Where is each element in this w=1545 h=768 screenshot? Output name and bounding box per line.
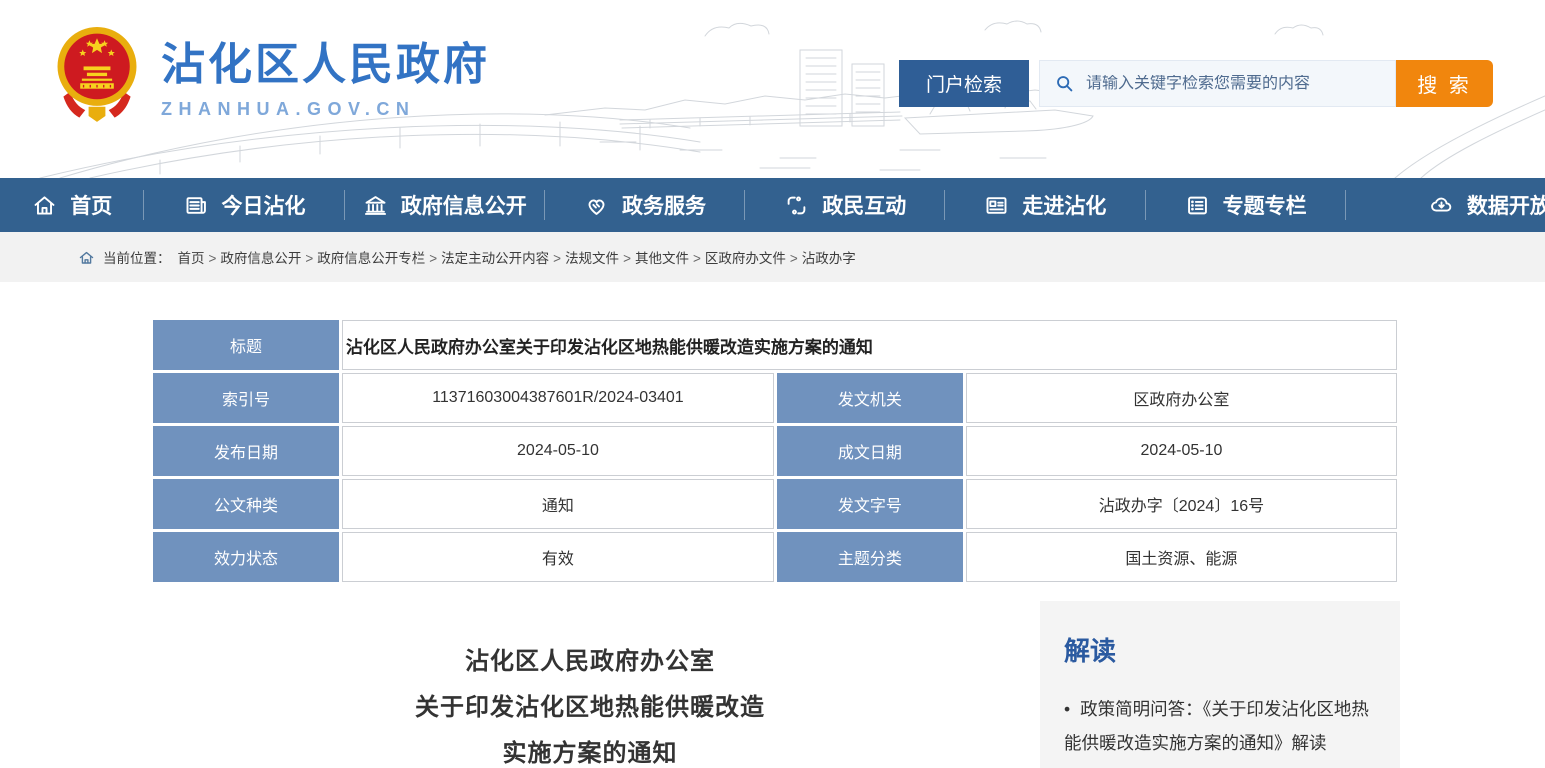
- site-logo[interactable]: 沾化区人民政府 ZHANHUA.GOV.CN: [55, 24, 490, 124]
- card-icon: [983, 192, 1010, 219]
- news-icon: [183, 192, 210, 219]
- nav-item-6[interactable]: 走进沾化: [945, 190, 1144, 220]
- nav-item-label: 政民互动: [822, 190, 906, 220]
- bank-icon: [362, 192, 389, 219]
- meta-value: 11371603004387601R/2024-03401: [342, 373, 774, 423]
- site-title-block: 沾化区人民政府 ZHANHUA.GOV.CN: [161, 28, 490, 120]
- meta-value: 通知: [342, 479, 774, 529]
- meta-label: 主题分类: [777, 532, 963, 582]
- breadcrumb-link[interactable]: 其他文件: [635, 251, 689, 266]
- page-content: 标题沾化区人民政府办公室关于印发沾化区地热能供暖改造实施方案的通知索引号1137…: [0, 317, 1545, 768]
- nav-item-label: 政府信息公开: [401, 190, 527, 220]
- search-group: 门户检索 搜 索: [899, 60, 1493, 107]
- meta-row: 索引号11371603004387601R/2024-03401发文机关区政府办…: [153, 373, 1397, 423]
- meta-value: 区政府办公室: [966, 373, 1397, 423]
- search-box: [1039, 60, 1396, 107]
- nav-item-5[interactable]: 政民互动: [745, 190, 944, 220]
- meta-label: 发文机关: [777, 373, 963, 423]
- document-title-line: 实施方案的通知: [150, 731, 1030, 768]
- national-emblem-icon: [55, 24, 139, 124]
- breadcrumb-separator: >: [429, 251, 437, 266]
- breadcrumb: 当前位置： 首页>政府信息公开>政府信息公开专栏>法定主动公开内容>法规文件>其…: [0, 232, 1545, 282]
- breadcrumb-link[interactable]: 首页: [178, 251, 205, 266]
- interpretation-heading: 解读: [1064, 631, 1376, 668]
- breadcrumb-link[interactable]: 区政府办文件: [705, 251, 786, 266]
- nav-item-label: 今日沾化: [222, 190, 306, 220]
- search-icon: [1054, 73, 1076, 95]
- nav-item-7[interactable]: 专题专栏: [1146, 190, 1345, 220]
- breadcrumb-link[interactable]: 政府信息公开: [220, 251, 301, 266]
- meta-value: 有效: [342, 532, 774, 582]
- nav-separator: [1345, 190, 1346, 220]
- handshake-heart-icon: [583, 192, 610, 219]
- portal-search-button[interactable]: 门户检索: [899, 60, 1029, 107]
- main-nav: 首页 今日沾化 政府信息公开 政务服务 政民互动 走进沾化 专题专栏 数据开放: [0, 178, 1545, 232]
- search-submit-button[interactable]: 搜 索: [1396, 60, 1493, 107]
- nav-item-8[interactable]: 数据开放: [1390, 190, 1545, 220]
- search-input[interactable]: [1076, 75, 1395, 93]
- meta-title-row: 标题沾化区人民政府办公室关于印发沾化区地热能供暖改造实施方案的通知: [153, 320, 1397, 370]
- site-name: 沾化区人民政府: [161, 28, 490, 92]
- document-title-line: 关于印发沾化区地热能供暖改造: [150, 685, 1030, 731]
- chat-cycle-icon: [783, 192, 810, 219]
- nav-item-label: 首页: [70, 190, 112, 220]
- nav-item-4[interactable]: 政务服务: [545, 190, 744, 220]
- meta-label-title: 标题: [153, 320, 339, 370]
- list-icon: [1184, 192, 1211, 219]
- meta-value: 国土资源、能源: [966, 532, 1397, 582]
- interpretation-link[interactable]: 政策简明问答：《关于印发沾化区地热能供暖改造实施方案的通知》解读: [1064, 699, 1369, 753]
- meta-label: 成文日期: [777, 426, 963, 476]
- nav-item-1[interactable]: 首页: [0, 190, 143, 220]
- site-domain: ZHANHUA.GOV.CN: [161, 99, 490, 120]
- meta-value: 2024-05-10: [342, 426, 774, 476]
- breadcrumb-link[interactable]: 沾政办字: [802, 251, 856, 266]
- bullet-icon: •: [1064, 699, 1070, 719]
- meta-row: 公文种类通知发文字号沾政办字〔2024〕16号: [153, 479, 1397, 529]
- interpretation-panel: 解读 •政策简明问答：《关于印发沾化区地热能供暖改造实施方案的通知》解读: [1040, 601, 1400, 768]
- breadcrumb-link[interactable]: 法规文件: [565, 251, 619, 266]
- breadcrumb-separator: >: [209, 251, 217, 266]
- breadcrumb-link[interactable]: 法定主动公开内容: [441, 251, 549, 266]
- meta-label: 公文种类: [153, 479, 339, 529]
- meta-value: 2024-05-10: [966, 426, 1397, 476]
- meta-label: 发布日期: [153, 426, 339, 476]
- breadcrumb-separator: >: [623, 251, 631, 266]
- interpretation-item: •政策简明问答：《关于印发沾化区地热能供暖改造实施方案的通知》解读: [1064, 692, 1376, 760]
- breadcrumb-separator: >: [553, 251, 561, 266]
- nav-item-label: 走进沾化: [1022, 190, 1106, 220]
- breadcrumb-separator: >: [693, 251, 701, 266]
- meta-table-body: 标题沾化区人民政府办公室关于印发沾化区地热能供暖改造实施方案的通知索引号1137…: [153, 320, 1397, 582]
- home-icon: [31, 192, 58, 219]
- nav-item-3[interactable]: 政府信息公开: [345, 190, 544, 220]
- breadcrumb-separator: >: [305, 251, 313, 266]
- home-location-icon: [78, 250, 95, 265]
- breadcrumb-separator: >: [790, 251, 798, 266]
- meta-label: 效力状态: [153, 532, 339, 582]
- meta-label: 发文字号: [777, 479, 963, 529]
- nav-item-label: 数据开放: [1467, 190, 1545, 220]
- nav-item-label: 专题专栏: [1223, 190, 1307, 220]
- meta-row: 发布日期2024-05-10成文日期2024-05-10: [153, 426, 1397, 476]
- meta-title-value: 沾化区人民政府办公室关于印发沾化区地热能供暖改造实施方案的通知: [342, 320, 1397, 370]
- meta-value: 沾政办字〔2024〕16号: [966, 479, 1397, 529]
- meta-row: 效力状态有效主题分类国土资源、能源: [153, 532, 1397, 582]
- breadcrumb-trail: 首页>政府信息公开>政府信息公开专栏>法定主动公开内容>法规文件>其他文件>区政…: [175, 247, 859, 267]
- cloud-download-icon: [1428, 192, 1455, 219]
- site-header: 沾化区人民政府 ZHANHUA.GOV.CN 门户检索 搜 索: [0, 0, 1545, 178]
- breadcrumb-prefix: 当前位置：: [103, 247, 171, 267]
- interpretation-list: •政策简明问答：《关于印发沾化区地热能供暖改造实施方案的通知》解读: [1064, 692, 1376, 760]
- meta-label: 索引号: [153, 373, 339, 423]
- document-title: 沾化区人民政府办公室关于印发沾化区地热能供暖改造实施方案的通知: [150, 601, 1030, 768]
- nav-item-2[interactable]: 今日沾化: [144, 190, 343, 220]
- lower-section: 沾化区人民政府办公室关于印发沾化区地热能供暖改造实施方案的通知 解读 •政策简明…: [150, 601, 1545, 768]
- document-meta-table: 标题沾化区人民政府办公室关于印发沾化区地热能供暖改造实施方案的通知索引号1137…: [150, 317, 1400, 585]
- nav-item-label: 政务服务: [622, 190, 706, 220]
- breadcrumb-link[interactable]: 政府信息公开专栏: [317, 251, 425, 266]
- document-title-line: 沾化区人民政府办公室: [150, 639, 1030, 685]
